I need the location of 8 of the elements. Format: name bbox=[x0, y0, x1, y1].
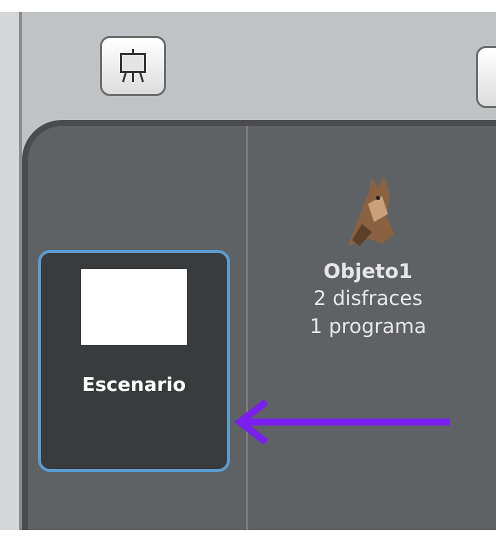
stage-button[interactable] bbox=[100, 36, 166, 96]
costume-count: 2 disfraces bbox=[314, 285, 422, 312]
sprite-name: Objeto1 bbox=[324, 258, 412, 284]
sprite-thumbnail[interactable]: Objeto1 2 disfraces 1 programa bbox=[293, 174, 443, 340]
stage-label: Escenario bbox=[82, 373, 186, 398]
stage-thumbnail[interactable]: Escenario bbox=[38, 250, 230, 472]
script-count: 1 programa bbox=[310, 313, 426, 340]
easel-icon bbox=[118, 48, 148, 84]
